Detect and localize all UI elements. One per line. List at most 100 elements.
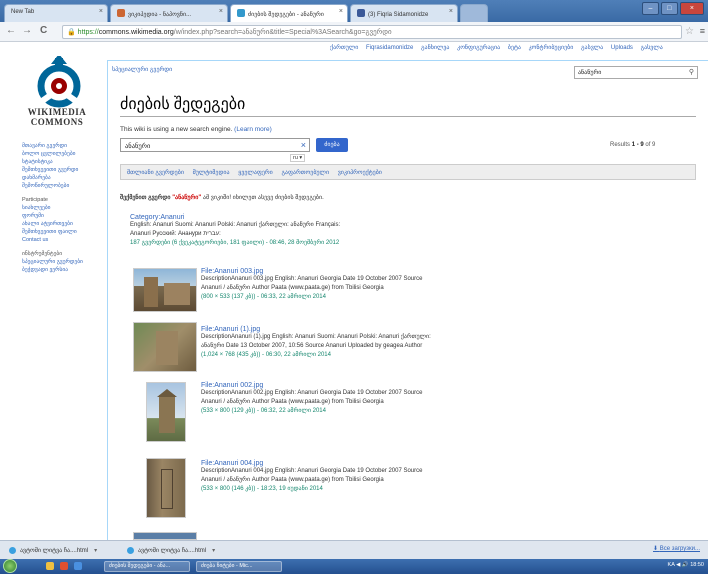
- forward-arrow-icon[interactable]: →: [22, 25, 32, 36]
- browser-tab-wikipedia[interactable]: ვიკიპედია - ნაპოვნი... ×: [110, 4, 228, 22]
- window-close-icon[interactable]: ×: [679, 2, 704, 15]
- sidebar-link-contact[interactable]: Contact us: [22, 236, 106, 244]
- browser-tab-search-results[interactable]: ძიების შედეგები - ანანური ×: [230, 4, 348, 22]
- minimize-icon[interactable]: –: [642, 2, 659, 15]
- sidebar-link-forum[interactable]: ფორუმი: [22, 212, 106, 220]
- result-snippet-line: DescriptionAnanuri 004.jpg English: Anan…: [201, 468, 423, 474]
- taskbar-item-word[interactable]: ძიება ჩიტები - Mic...: [196, 561, 282, 572]
- personal-link-uploads[interactable]: Uploads: [611, 45, 633, 51]
- thumbnail-tower-shape: [159, 395, 175, 433]
- sidebar-link-statistics[interactable]: სტატისტიკა: [22, 158, 106, 166]
- profile-everything[interactable]: ყველაფერი: [238, 170, 273, 176]
- close-icon[interactable]: ×: [219, 8, 223, 15]
- sidebar-link-help[interactable]: დახმარება: [22, 174, 106, 182]
- tab-label: ძიების შედეგები - ანანური: [248, 12, 324, 18]
- search-icon[interactable]: ⚲: [689, 68, 694, 76]
- chevron-down-icon[interactable]: ▾: [212, 548, 215, 554]
- page-title: ძიების შედეგები: [120, 96, 246, 113]
- close-icon[interactable]: ×: [99, 8, 103, 15]
- personal-link-contributions[interactable]: კონტრიბუციები: [529, 45, 574, 51]
- sidebar-link-printable[interactable]: ბეჭდვადი ვერსია: [22, 266, 106, 274]
- taskbar-item-browser[interactable]: ძიების შედეგები - ანა...: [104, 561, 190, 572]
- sidebar-link-random[interactable]: შემთხვევითი გვერდი: [22, 166, 106, 174]
- new-tab-button[interactable]: [460, 4, 488, 22]
- create-page-link[interactable]: "ანანური": [172, 195, 201, 201]
- search-result: File:Ananuri 002.jpg DescriptionAnanuri …: [201, 382, 691, 414]
- profile-content-pages[interactable]: მთლიანი გვერდები: [127, 170, 184, 176]
- logo-text: WIKIMEDIA COMMONS: [14, 107, 100, 127]
- search-result: File:Ananuri 003.jpg DescriptionAnanuri …: [201, 268, 691, 300]
- back-arrow-icon[interactable]: ←: [6, 25, 16, 36]
- result-thumbnail[interactable]: [133, 322, 197, 372]
- result-title-link[interactable]: File:Ananuri 003.jpg: [201, 268, 691, 275]
- learn-more-link[interactable]: (Learn more): [234, 126, 272, 133]
- download-filename: ავტომი ლიტვა ჩა....html: [20, 548, 89, 554]
- tab-label: ვიკიპედია - ნაპოვნი...: [128, 12, 192, 18]
- result-snippet-line: DescriptionAnanuri 002.jpg English: Anan…: [201, 390, 423, 396]
- result-title-link[interactable]: Category:Ananuri: [130, 214, 690, 221]
- browser-icon[interactable]: [74, 562, 82, 570]
- personal-link-logout[interactable]: გასვლა: [581, 45, 603, 51]
- result-thumbnail-partial[interactable]: [133, 532, 197, 540]
- results-range: 1 - 9: [631, 142, 644, 148]
- sidebar-link-recent-changes[interactable]: ბოლო ცვლილებები: [22, 150, 106, 158]
- result-thumbnail[interactable]: [133, 268, 197, 312]
- profile-wikiprojects[interactable]: ვიკიპროექტები: [338, 170, 382, 176]
- favicon-icon: [357, 9, 365, 17]
- search-button[interactable]: ძიება: [316, 138, 348, 152]
- personal-link-talk[interactable]: განხილვა: [421, 45, 449, 51]
- url-path: /w/index.php?search=ანანური&title=Specia…: [173, 29, 392, 36]
- result-title-link[interactable]: File:Ananuri (1).jpg: [201, 326, 691, 333]
- url-host: commons.wikimedia.org: [98, 29, 174, 36]
- personal-link-language[interactable]: ქართული: [330, 45, 358, 51]
- sidebar-link-random-file[interactable]: შემთხვევითი ფაილი: [22, 228, 106, 236]
- personal-link-user[interactable]: Fiqrasidamonidze: [366, 45, 413, 51]
- personal-link-beta[interactable]: ბეტა: [508, 45, 521, 51]
- reload-icon[interactable]: C: [40, 25, 47, 36]
- favicon-icon: [237, 9, 245, 17]
- sidebar-link-new-uploads[interactable]: ახალი ატვირთვები: [22, 220, 106, 228]
- system-tray: KA ◀ 🔊 18:50: [667, 562, 704, 568]
- all-downloads-link[interactable]: ⬇ Все загрузки...: [653, 545, 700, 552]
- sidebar: მთავარი გვერდი ბოლო ცვლილებები სტატისტიკ…: [22, 142, 106, 274]
- sidebar-link-donate[interactable]: შემოწირულობები: [22, 182, 106, 190]
- search-input[interactable]: ანანური ×: [120, 138, 310, 152]
- header-search-input[interactable]: ანანური ⚲: [574, 66, 698, 79]
- result-snippet-line: English: Ananuri Suomi: Ananuri Polski: …: [130, 222, 341, 228]
- result-title-link[interactable]: File:Ananuri 002.jpg: [201, 382, 691, 389]
- close-icon[interactable]: ×: [449, 8, 453, 15]
- profile-advanced[interactable]: გაფართოებული: [281, 170, 329, 176]
- browser-nav-bar: ← → C 🔒 https://commons.wikimedia.org/w/…: [0, 22, 708, 42]
- suggest-prefix: შექმენით გვერდი: [120, 195, 173, 201]
- result-title-link[interactable]: File:Ananuri 004.jpg: [201, 460, 691, 467]
- address-bar[interactable]: 🔒 https://commons.wikimedia.org/w/index.…: [62, 25, 682, 39]
- create-page-suggestion: შექმენით გვერდი "ანანური" ამ ვიკიში! იხი…: [120, 194, 324, 201]
- media-player-icon[interactable]: [60, 562, 68, 570]
- clear-icon[interactable]: ×: [301, 140, 306, 150]
- result-thumbnail[interactable]: [146, 458, 186, 518]
- download-item[interactable]: ავტომი ლიტვა ჩა....html ▾: [6, 544, 103, 557]
- sidebar-link-special-pages[interactable]: სპეციალური გვერდები: [22, 258, 106, 266]
- menu-icon[interactable]: ≡: [700, 26, 705, 36]
- search-result: File:Ananuri 004.jpg DescriptionAnanuri …: [201, 460, 691, 492]
- profile-multimedia[interactable]: მულტიმედია: [193, 170, 230, 176]
- explorer-icon[interactable]: [46, 562, 54, 570]
- result-thumbnail[interactable]: [146, 382, 186, 442]
- personal-link-preferences[interactable]: კონფიგურაცია: [457, 45, 500, 51]
- maximize-icon[interactable]: □: [660, 2, 678, 15]
- download-item[interactable]: ავტომი ლიტვა ჩა....html ▾: [124, 544, 221, 557]
- bookmark-star-icon[interactable]: ☆: [685, 26, 694, 37]
- start-button[interactable]: [3, 559, 17, 573]
- personal-link-exit[interactable]: გასვლა: [641, 45, 663, 51]
- tab-special-page[interactable]: სპეციალური გვერდი: [108, 66, 172, 78]
- browser-tab-new[interactable]: New Tab ×: [4, 4, 108, 22]
- language-select[interactable]: ru ▾: [290, 154, 306, 162]
- lock-icon: 🔒: [67, 29, 76, 36]
- browser-tab-facebook[interactable]: (3) Fiqria Sidamonidze ×: [350, 4, 458, 22]
- close-icon[interactable]: ×: [339, 8, 343, 15]
- chevron-down-icon[interactable]: ▾: [94, 548, 97, 554]
- results-suffix: of 9: [643, 142, 656, 148]
- sidebar-link-news[interactable]: სიახლეები: [22, 204, 106, 212]
- search-result: File:Ananuri (1).jpg DescriptionAnanuri …: [201, 326, 691, 358]
- sidebar-link-main-page[interactable]: მთავარი გვერდი: [22, 142, 106, 150]
